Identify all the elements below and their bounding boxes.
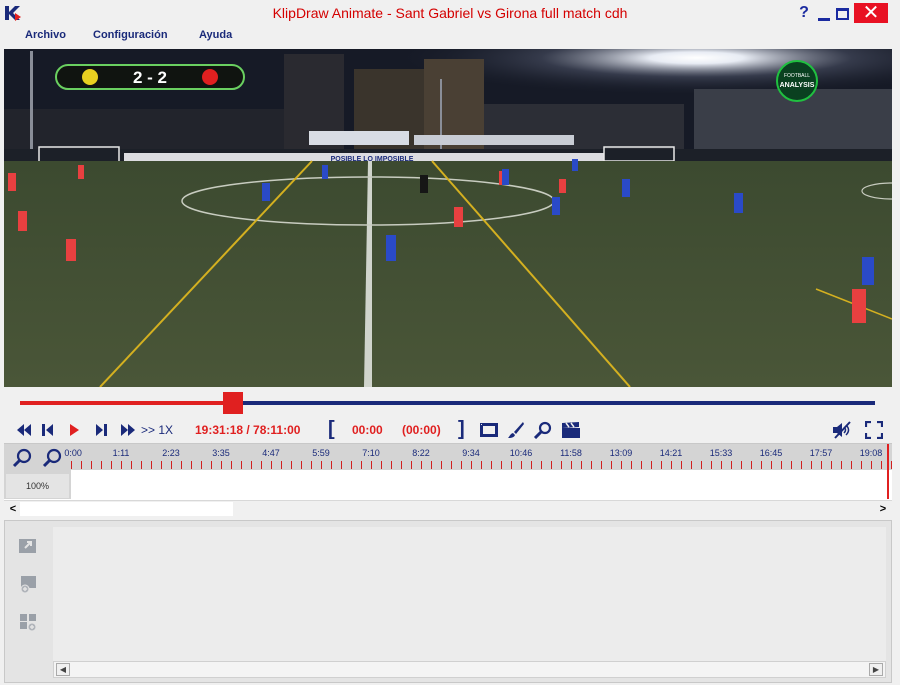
maximize-button[interactable] (836, 8, 849, 20)
paintbrush-icon[interactable] (507, 421, 525, 439)
ruler-label: 14:21 (659, 448, 683, 458)
ruler-label: 2:23 (162, 448, 180, 458)
clapperboard-icon[interactable] (561, 421, 581, 439)
minimize-button[interactable] (817, 6, 831, 22)
ruler-label: 4:47 (262, 448, 280, 458)
mark-in-time: 00:00 (352, 423, 383, 437)
scrubber-handle[interactable] (223, 392, 244, 414)
step-back-icon[interactable] (41, 421, 55, 439)
add-sequence-icon[interactable] (17, 612, 39, 632)
playback-speed[interactable]: >> 1X (141, 423, 173, 437)
ruler-label: 19:08 (859, 448, 883, 458)
timeline-zoom-column: 100% (4, 444, 71, 499)
menu-ayuda[interactable]: Ayuda (199, 29, 232, 41)
zoom-percent: 100% (6, 474, 69, 498)
step-forward-icon[interactable] (94, 421, 108, 439)
ruler-label: 10:46 (509, 448, 533, 458)
close-button[interactable]: ✕ (854, 3, 888, 23)
menu-archivo[interactable]: Archivo (25, 29, 66, 41)
badge-line2: ANALYSIS (780, 82, 815, 89)
play-icon[interactable] (68, 421, 80, 439)
ruler-label: 11:58 (560, 448, 582, 458)
ruler-label: 3:35 (212, 448, 230, 458)
add-image-icon[interactable] (17, 574, 39, 594)
title-bar: KlipDraw Animate - Sant Gabriel vs Giron… (0, 0, 900, 26)
mark-in-bracket[interactable]: [ (328, 418, 335, 441)
scrubber-played-portion (20, 401, 234, 405)
ruler-label: 13:09 (609, 448, 633, 458)
ruler-ticks (71, 461, 892, 469)
ruler-label: 16:45 (759, 448, 783, 458)
magnifier-icon[interactable] (533, 421, 553, 439)
mark-duration: (00:00) (402, 423, 441, 437)
mark-out-bracket[interactable]: ] (458, 418, 465, 441)
playback-controls: >> 1X 19:31:18 / 78:11:00 [ 00:00 (00:00… (0, 418, 900, 442)
timeline-panel[interactable]: 100% 0:00 1:11 2:23 3:35 4:47 5:59 7:10 8:22 9:3… (4, 443, 892, 517)
clips-scrollbar[interactable]: ◀ ▶ (53, 661, 886, 678)
scoreboard-score: 2 - 2 (133, 68, 167, 87)
mute-icon[interactable] (832, 421, 852, 439)
timeline-scroll-thumb[interactable] (20, 502, 233, 516)
timecode-display: 19:31:18 / 78:11:00 (195, 423, 301, 437)
fast-forward-icon[interactable] (120, 421, 136, 439)
menu-bar: Archivo Configuración Ayuda (0, 26, 900, 48)
clips-workspace[interactable] (53, 527, 886, 661)
ruler-label: 15:33 (709, 448, 733, 458)
timeline-playhead[interactable] (887, 444, 889, 499)
ruler-label: 5:59 (312, 448, 330, 458)
timeline-ruler[interactable]: 0:00 1:11 2:23 3:35 4:47 5:59 7:10 8:22 9:34 10:4… (64, 444, 892, 470)
window-title: KlipDraw Animate - Sant Gabriel vs Giron… (272, 5, 628, 21)
playback-scrubber[interactable] (20, 392, 875, 414)
film-frame-icon[interactable] (479, 421, 499, 439)
scroll-left-arrow[interactable]: < (6, 502, 20, 516)
ruler-label: 0:00 (64, 448, 82, 458)
badge-line1: FOOTBALL (784, 73, 810, 79)
clips-scroll-right[interactable]: ▶ (869, 663, 883, 676)
menu-configuracion[interactable]: Configuración (93, 29, 168, 41)
export-clip-icon[interactable] (17, 536, 39, 556)
scroll-right-arrow[interactable]: > (876, 502, 890, 516)
football-analysis-badge: FOOTBALL ANALYSIS (776, 60, 818, 102)
rewind-icon[interactable] (16, 421, 32, 439)
video-frame[interactable]: POSIBLE LO IMPOSIBLE 2 - 2 FOOTBALL ANAL… (4, 49, 892, 387)
ruler-label: 8:22 (412, 448, 430, 458)
ruler-label: 17:57 (809, 448, 833, 458)
help-button[interactable]: ? (796, 4, 812, 22)
ruler-label: 7:10 (362, 448, 380, 458)
timeline-scrollbar[interactable]: < > (4, 500, 892, 517)
football-scene: POSIBLE LO IMPOSIBLE 2 - 2 FOOTBALL ANAL… (4, 49, 892, 387)
ruler-label: 9:34 (462, 448, 480, 458)
clips-scroll-left[interactable]: ◀ (56, 663, 70, 676)
zoom-out-icon[interactable] (42, 448, 62, 468)
zoom-in-icon[interactable] (12, 448, 32, 468)
clips-panel: ◀ ▶ (4, 520, 892, 683)
ruler-label: 1:11 (112, 448, 130, 458)
fullscreen-icon[interactable] (865, 421, 883, 439)
scrubber-remaining-portion (233, 401, 875, 405)
